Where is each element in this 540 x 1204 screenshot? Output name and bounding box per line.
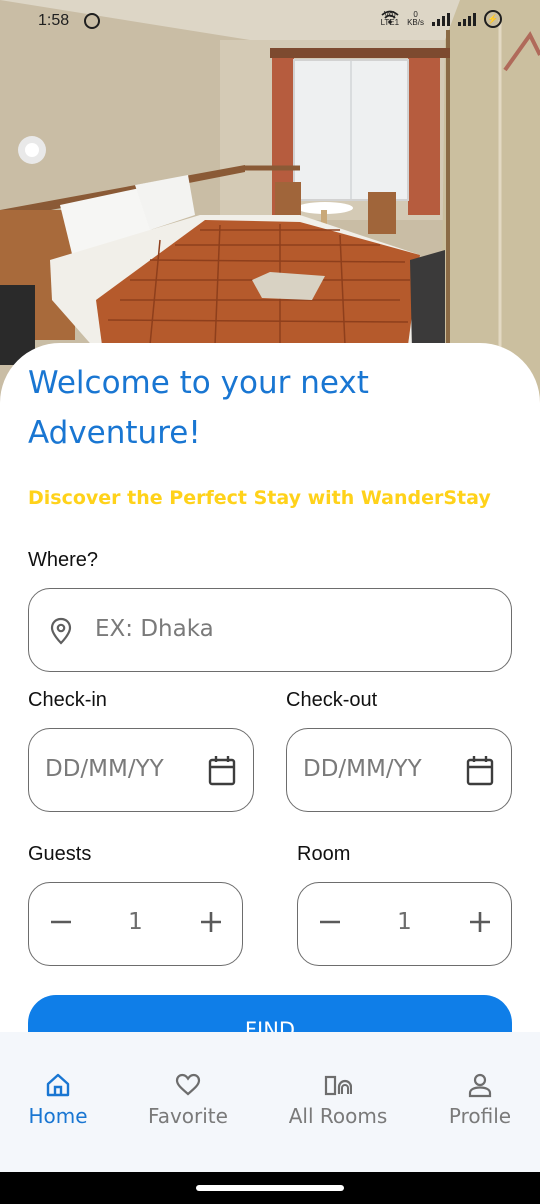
checkout-placeholder: DD/MM/YY	[303, 756, 422, 782]
heart-icon	[175, 1073, 201, 1096]
where-placeholder: EX: Dhaka	[95, 616, 214, 642]
speed-unit: KB/s	[407, 18, 424, 27]
network-speed: 0 KB/s	[407, 11, 424, 27]
welcome-line-2: Adventure!	[28, 415, 201, 451]
checkin-placeholder: DD/MM/YY	[45, 756, 164, 782]
location-pin-icon	[50, 617, 72, 645]
status-indicators: Vo) LTE1 0 KB/s ⚡	[381, 10, 502, 28]
rooms-icon	[324, 1075, 352, 1096]
plus-icon[interactable]	[469, 911, 491, 933]
welcome-heading: Welcome to your next Adventure!	[28, 358, 508, 458]
welcome-line-1: Welcome to your next	[28, 365, 369, 401]
nav-label-all-rooms: All Rooms	[288, 1104, 388, 1128]
person-icon	[468, 1073, 492, 1098]
calendar-icon[interactable]	[207, 755, 237, 787]
nav-label-profile: Profile	[448, 1104, 512, 1128]
status-time: 1:58	[38, 12, 70, 29]
status-bar: 1:58 Vo) LTE1 0 KB/s ⚡	[0, 0, 540, 44]
guests-label: Guests	[28, 843, 92, 865]
room-label: Room	[297, 843, 351, 865]
room-stepper[interactable]: 1	[297, 882, 512, 966]
calendar-icon[interactable]	[465, 755, 495, 787]
where-label: Where?	[28, 549, 99, 571]
checkin-label: Check-in	[28, 689, 107, 711]
nav-item-all-rooms[interactable]: All Rooms	[282, 1072, 394, 1128]
nav-label-home: Home	[28, 1104, 88, 1128]
notification-icon	[84, 13, 100, 29]
signal-icon-2	[458, 12, 476, 26]
checkout-date-field[interactable]: DD/MM/YY	[286, 728, 512, 812]
guests-stepper[interactable]: 1	[28, 882, 243, 966]
home-icon	[46, 1073, 70, 1097]
tagline: Discover the Perfect Stay with WanderSta…	[28, 487, 491, 509]
signal-icon-1	[432, 12, 450, 26]
where-input[interactable]: EX: Dhaka	[28, 588, 512, 672]
nav-item-profile[interactable]: Profile	[440, 1072, 520, 1128]
checkin-date-field[interactable]: DD/MM/YY	[28, 728, 254, 812]
nav-item-favorite[interactable]: Favorite	[140, 1072, 236, 1128]
nav-label-favorite: Favorite	[148, 1104, 228, 1128]
plus-icon[interactable]	[200, 911, 222, 933]
home-gesture-handle[interactable]	[196, 1185, 344, 1191]
battery-charging-icon: ⚡	[484, 10, 502, 28]
checkout-label: Check-out	[286, 689, 378, 711]
nav-item-home[interactable]: Home	[20, 1072, 96, 1128]
bottom-navigation: Home Favorite All Rooms Profile	[0, 1032, 540, 1172]
wifi-icon	[380, 10, 399, 24]
